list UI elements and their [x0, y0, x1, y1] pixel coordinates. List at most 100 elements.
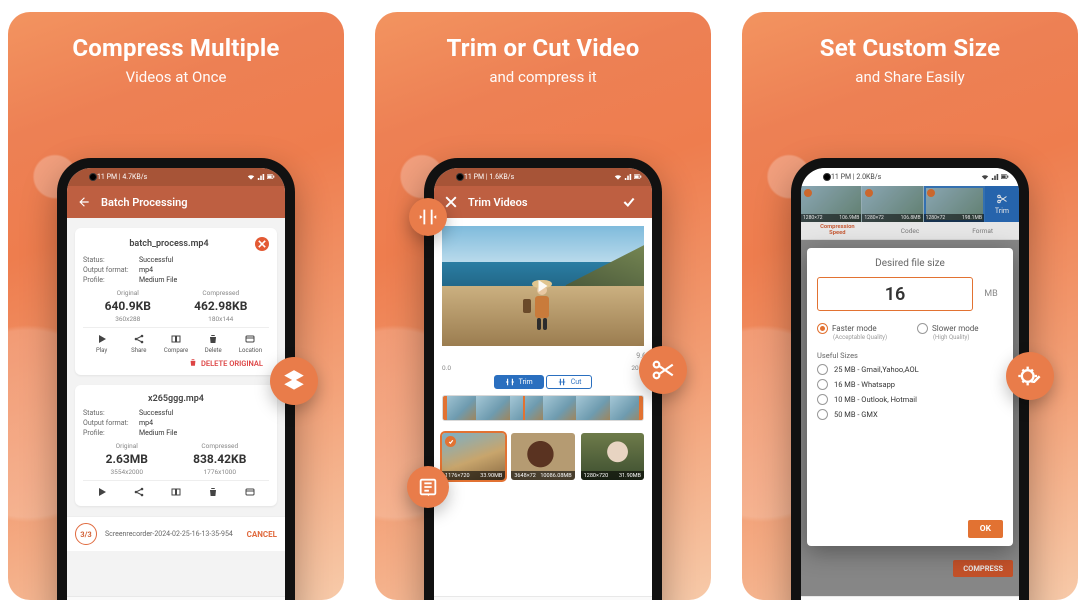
status-icons: [247, 174, 275, 180]
cancel-button[interactable]: CANCEL: [247, 530, 277, 539]
signal-icon: [257, 174, 265, 180]
delete-button[interactable]: Delete: [195, 333, 232, 354]
video-thumb[interactable]: 1280×72106.9MB: [801, 186, 862, 222]
content-area: 9.6 0.0 20.0 Trim Cut: [434, 218, 652, 596]
profile-label: Profile:: [83, 429, 139, 437]
status-icons: [614, 174, 642, 180]
compare-button[interactable]: [157, 486, 194, 500]
panel2-title: Trim or Cut Video: [375, 34, 711, 62]
card-filename: x265ggg.mp4: [148, 394, 204, 404]
ok-button[interactable]: OK: [968, 520, 1003, 538]
camera-hole-icon: [823, 173, 831, 181]
play-icon: [83, 333, 120, 345]
delete-button[interactable]: [195, 486, 232, 500]
compressed-dim: 1776x1000: [193, 468, 246, 476]
panel-trim-video: Trim or Cut Video and compress it 11 PM …: [375, 12, 711, 600]
size-option[interactable]: 50 MB - GMX: [817, 409, 1003, 420]
checkmark-icon: [445, 436, 456, 447]
compare-button[interactable]: Compare: [157, 333, 194, 354]
compress-bar: COMPRESS: [807, 556, 1013, 580]
result-card: batch_process.mp4 Status:Successful Outp…: [75, 228, 277, 375]
appbar-title: Batch Processing: [101, 196, 188, 209]
compressed-size: 462.98KB: [194, 299, 247, 313]
delete-original-button[interactable]: DELETE ORIGINAL: [83, 354, 269, 369]
segment-cut-button[interactable]: Cut: [546, 375, 593, 389]
thumb-res: 1176×720: [445, 473, 470, 479]
phone-frame: 11 PM | 2.0KB/s 1280×72106.9MB 1280×7210…: [791, 158, 1029, 600]
panel3-subtitle: and Share Easily: [742, 68, 1078, 86]
gear-pencil-badge-icon: [1006, 352, 1054, 400]
mode-slower[interactable]: Slower mode (High Quality): [917, 323, 1003, 341]
size-option[interactable]: 10 MB - Outlook, Hotmail: [817, 394, 1003, 405]
battery-icon: [267, 174, 275, 180]
format-value: mp4: [139, 419, 153, 427]
video-preview[interactable]: [442, 226, 644, 346]
thumb-size: 10086.08MB: [540, 473, 571, 479]
original-size: 2.63MB: [106, 452, 148, 466]
mode-faster[interactable]: Faster mode (Acceptable Quality): [817, 323, 903, 341]
panel-custom-size: Set Custom Size and Share Easily 11 PM |…: [742, 12, 1078, 600]
status-time: 11 PM | 2.0KB/s: [831, 173, 881, 181]
original-size: 640.9KB: [105, 299, 151, 313]
radio-icon: [817, 394, 828, 405]
tab-format[interactable]: Format: [946, 227, 1019, 235]
card-close-button[interactable]: [255, 237, 269, 251]
system-nav: [801, 596, 1019, 600]
status-icons: [981, 174, 1009, 180]
compressed-size: 838.42KB: [193, 452, 246, 466]
profile-value: Medium File: [139, 429, 177, 437]
phone-frame: 11 PM | 4.7KB/s Batch Processing batch_p: [57, 158, 295, 600]
playhead-icon[interactable]: [523, 395, 525, 421]
location-button[interactable]: [232, 486, 269, 500]
play-button[interactable]: Play: [83, 333, 120, 354]
original-dim: 3554x2000: [106, 468, 148, 476]
trim-handles-badge-icon: [409, 198, 447, 236]
panel2-subtitle: and compress it: [375, 68, 711, 86]
mode-fast-hint: (Acceptable Quality): [833, 334, 903, 341]
option-tabs: Compression Speed Codec Format: [801, 222, 1019, 240]
size-input[interactable]: 16: [817, 277, 973, 311]
scissors-badge-icon: [639, 346, 687, 394]
folder-icon: [232, 333, 269, 345]
panel1-title: Compress Multiple: [8, 34, 344, 62]
size-unit[interactable]: MB: [979, 289, 1003, 299]
trim-filmstrip[interactable]: [442, 395, 644, 421]
compressed-dim: 180x144: [194, 315, 247, 323]
status-bar: 11 PM | 4.7KB/s: [67, 168, 285, 186]
size-option[interactable]: 16 MB - Whatsapp: [817, 379, 1003, 390]
radio-icon: [817, 323, 828, 334]
progress-footer: 3/3 Screenrecorder-2024-02-25-16-13-35-9…: [67, 516, 285, 551]
back-arrow-icon[interactable]: [75, 193, 93, 211]
compress-file-badge-icon: [407, 466, 449, 508]
system-nav: [67, 596, 285, 600]
trim-button[interactable]: Trim: [985, 186, 1019, 222]
tab-codec[interactable]: Codec: [874, 227, 947, 235]
video-thumb[interactable]: 1280×72106.8MB: [862, 186, 923, 222]
format-label: Output format:: [83, 266, 139, 274]
panel1-subtitle: Videos at Once: [8, 68, 344, 86]
status-bar: 11 PM | 1.6KB/s: [434, 168, 652, 186]
desired-size-modal: Desired file size 16 MB Faster mode (Acc…: [807, 248, 1013, 546]
compressed-label: Compressed: [194, 289, 247, 297]
share-button[interactable]: Share: [120, 333, 157, 354]
confirm-check-icon[interactable]: [620, 193, 638, 211]
trash-icon: [189, 358, 197, 369]
radio-icon: [817, 379, 828, 390]
size-option[interactable]: 25 MB - Gmail,Yahoo,AOL: [817, 364, 1003, 375]
play-button[interactable]: [83, 486, 120, 500]
video-thumb[interactable]: 3648×7210086.08MB: [511, 433, 574, 480]
compress-button[interactable]: COMPRESS: [953, 560, 1013, 577]
card-filename: batch_process.mp4: [129, 239, 208, 249]
status-value: Successful: [139, 409, 173, 417]
original-dim: 360x288: [105, 315, 151, 323]
video-thumb[interactable]: 1176×72033.90MB: [442, 433, 505, 480]
footer-filename: Screenrecorder-2024-02-25-16-13-35-954: [105, 530, 233, 538]
video-thumb[interactable]: 1280×72031.90MB: [581, 433, 644, 480]
segment-trim-button[interactable]: Trim: [494, 375, 544, 389]
share-button[interactable]: [120, 486, 157, 500]
tab-compression-speed[interactable]: Compression Speed: [801, 225, 874, 237]
profile-label: Profile:: [83, 276, 139, 284]
location-button[interactable]: Location: [232, 333, 269, 354]
original-label: Original: [106, 442, 148, 450]
video-thumb[interactable]: 1280×72198.1MB: [924, 186, 985, 222]
